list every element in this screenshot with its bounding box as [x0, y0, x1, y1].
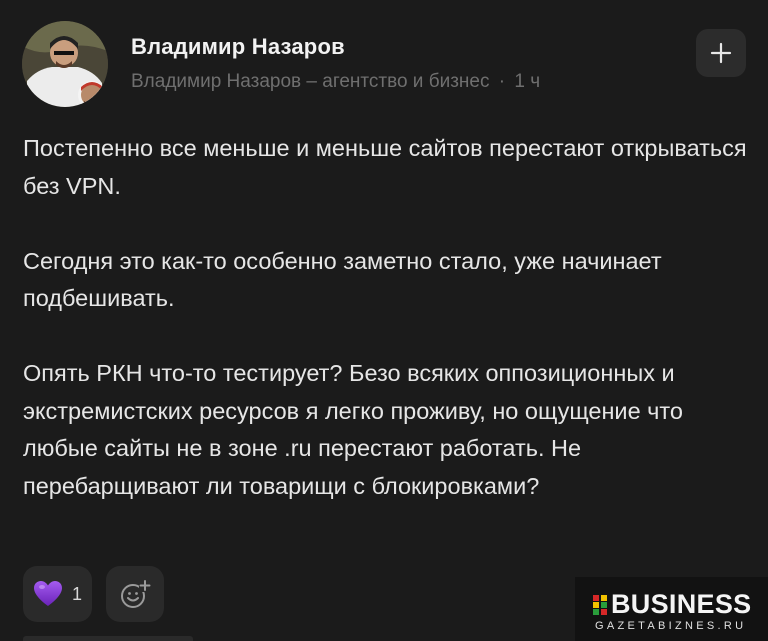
watermark: BUSINESS GAZETABIZNES.RU — [575, 577, 768, 641]
channel-name[interactable]: Владимир Назаров – агентство и бизнес — [131, 71, 489, 92]
purple-heart-icon — [34, 581, 62, 606]
post-meta: Владимир Назаров – агентство и бизнес · … — [131, 71, 540, 93]
plus-icon — [710, 42, 732, 64]
watermark-subtitle: GAZETABIZNES.RU — [595, 620, 747, 632]
post-paragraph: Опять РКН что-то тестирует? Безо всяких … — [23, 360, 683, 499]
avatar[interactable] — [22, 21, 108, 107]
reaction-heart-button[interactable]: 1 — [23, 566, 92, 622]
post-text: Постепенно все меньше и меньше сайтов пе… — [23, 130, 758, 505]
plus-button[interactable] — [696, 29, 746, 77]
avatar-photo — [22, 21, 108, 107]
next-reaction-row — [23, 636, 193, 641]
add-reaction-icon — [121, 580, 151, 608]
post-paragraph: Сегодня это как-то особенно заметно стал… — [23, 247, 662, 312]
add-reaction-button[interactable] — [106, 566, 164, 622]
post-time: 1 ч — [514, 71, 541, 92]
business-logo-icon — [593, 595, 607, 615]
meta-separator: · — [498, 71, 506, 92]
post-paragraph: Постепенно все меньше и меньше сайтов пе… — [23, 135, 747, 199]
author-name[interactable]: Владимир Назаров — [131, 34, 345, 60]
reaction-count: 1 — [72, 583, 83, 604]
post-card: Владимир Назаров Владимир Назаров – аген… — [0, 0, 768, 641]
watermark-title: BUSINESS — [611, 589, 752, 619]
